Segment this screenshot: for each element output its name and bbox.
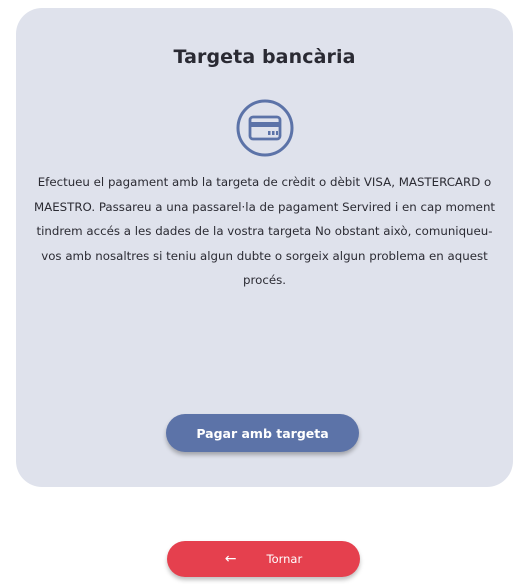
card-title: Targeta bancària — [173, 46, 356, 68]
pay-with-card-button[interactable]: Pagar amb targeta — [166, 414, 359, 452]
back-button[interactable]: ← Tornar — [167, 541, 360, 577]
arrow-left-icon: ← — [224, 551, 237, 567]
card-description: Efectueu el pagament amb la targeta de c… — [33, 175, 496, 288]
payment-card: Targeta bancària Efectueu el pagament am… — [16, 8, 513, 487]
back-button-label: Tornar — [266, 552, 303, 566]
credit-card-icon — [232, 95, 298, 161]
